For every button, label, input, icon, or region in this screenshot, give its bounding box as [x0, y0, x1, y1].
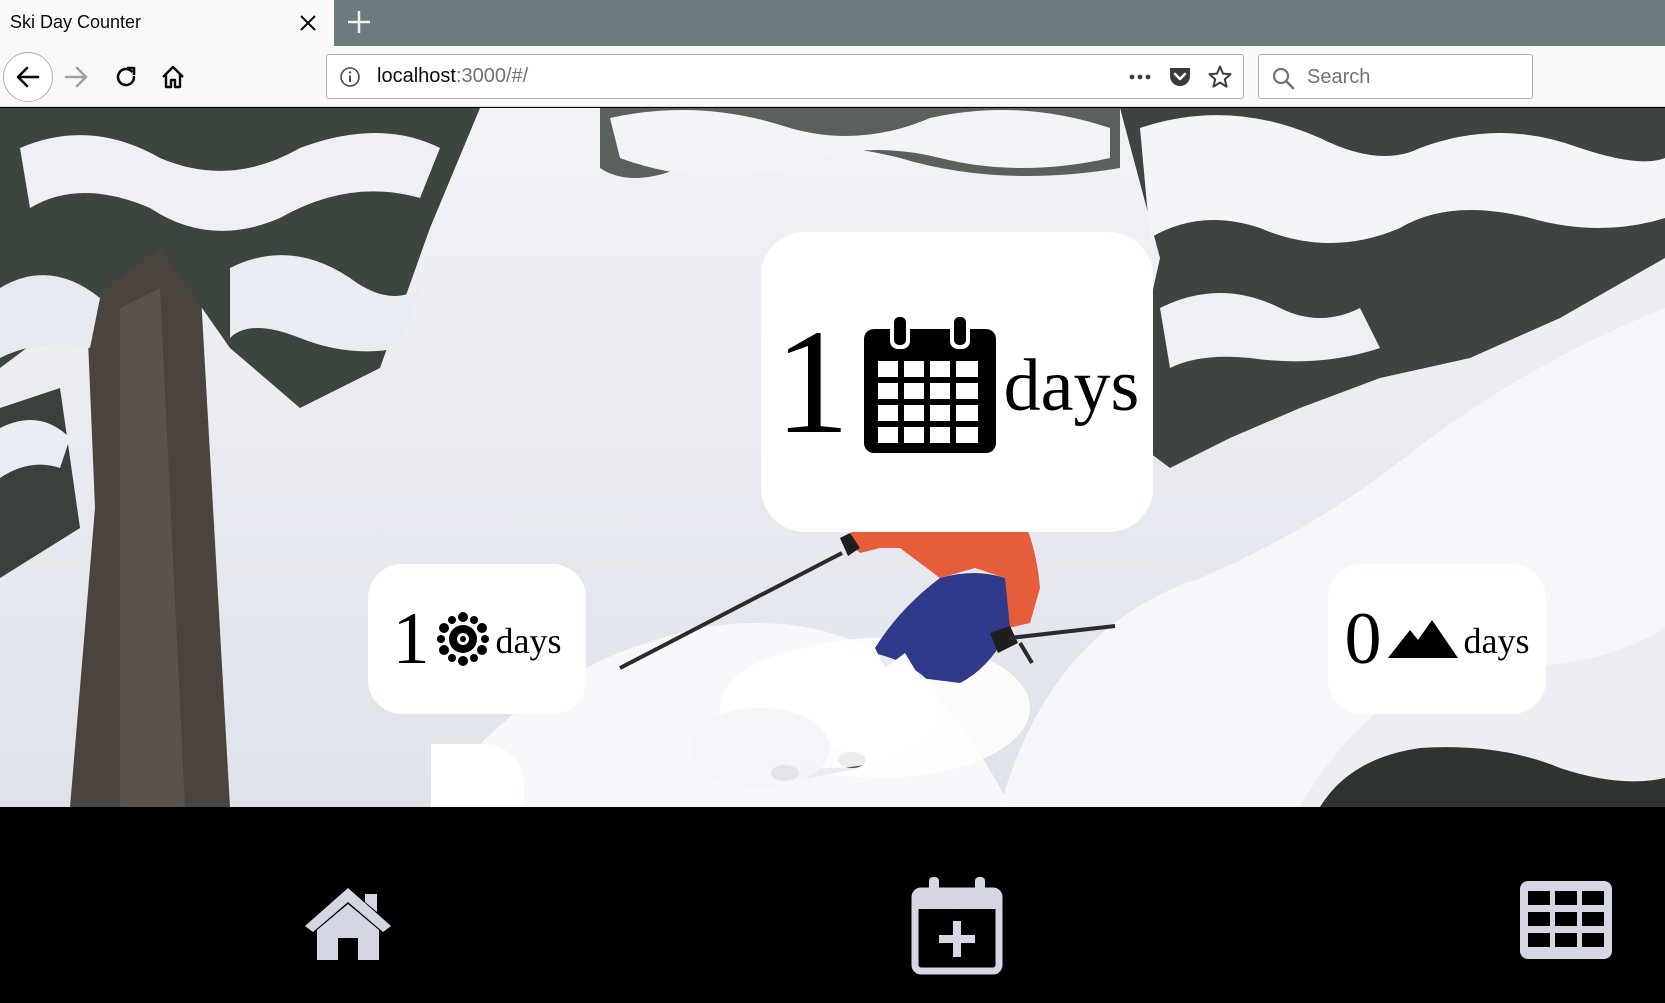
ski-background: 1 days 1 days 0 days: [0, 108, 1665, 807]
back-button[interactable]: [3, 46, 53, 107]
browser-home-button[interactable]: [155, 46, 191, 107]
total-days-card: 1 days: [761, 232, 1153, 532]
close-tab-icon[interactable]: [296, 11, 320, 35]
forward-button[interactable]: [58, 46, 94, 107]
goal-progress-card: 1%: [431, 744, 524, 807]
backcountry-days-unit: days: [1463, 621, 1530, 661]
url-text[interactable]: localhost:3000/#/: [377, 65, 528, 88]
powder-days-value: 1: [392, 598, 430, 680]
powder-days-unit: days: [495, 621, 562, 661]
backcountry-days-value: 0: [1344, 598, 1382, 680]
home-icon: [305, 888, 391, 960]
mountain-icon: [1387, 620, 1458, 658]
calendar-plus-icon: [911, 877, 1003, 975]
nav-add-day-button[interactable]: [910, 875, 1004, 975]
total-days-value: 1: [774, 299, 850, 465]
browser-tab[interactable]: Ski Day Counter: [0, 0, 334, 47]
snowflake-icon: [436, 612, 489, 666]
bottom-navigation: [0, 807, 1665, 1003]
search-bar[interactable]: Search: [1258, 54, 1533, 99]
table-icon: [1520, 881, 1612, 959]
search-placeholder: Search: [1307, 66, 1371, 88]
url-path: :3000/#/: [455, 65, 529, 87]
page-actions-icon[interactable]: [1127, 64, 1153, 95]
tab-strip: Ski Day Counter: [0, 0, 1665, 47]
site-info-icon[interactable]: [339, 66, 361, 88]
powder-days-card: 1 days: [368, 564, 586, 714]
backcountry-days-card: 0 days: [1328, 564, 1546, 714]
calendar-icon: [863, 313, 996, 453]
new-tab-icon[interactable]: [345, 8, 373, 36]
arrow-right-icon: [64, 66, 88, 87]
pocket-icon[interactable]: [1167, 64, 1193, 95]
url-host: localhost: [377, 65, 456, 87]
home-icon: [162, 65, 184, 88]
bookmark-star-icon[interactable]: [1207, 64, 1233, 95]
reload-button[interactable]: [108, 46, 144, 107]
reload-icon: [116, 66, 136, 86]
total-days-unit: days: [1003, 344, 1140, 427]
goal-progress-value: 1%: [454, 798, 502, 807]
tab-title: Ski Day Counter: [10, 12, 142, 32]
arrow-left-icon: [16, 66, 40, 87]
search-icon: [1271, 66, 1295, 95]
navigation-toolbar: localhost:3000/#/ Search: [0, 46, 1665, 107]
nav-home-button[interactable]: [303, 883, 393, 963]
nav-list-days-button[interactable]: [1520, 879, 1612, 961]
address-bar[interactable]: localhost:3000/#/: [326, 54, 1244, 99]
